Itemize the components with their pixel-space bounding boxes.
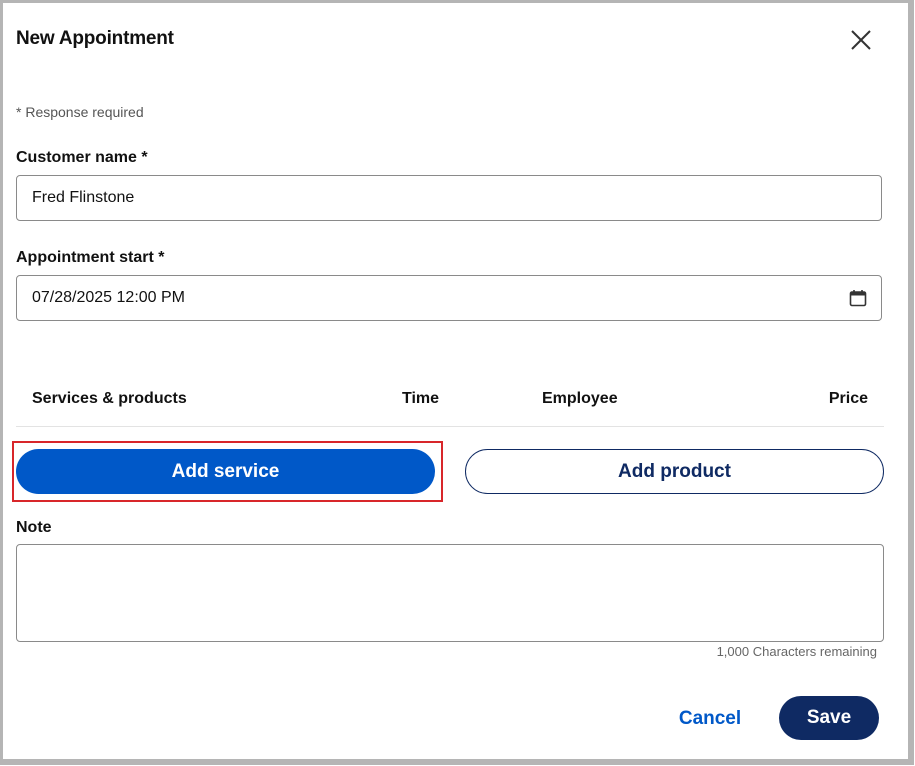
close-icon: [851, 30, 871, 50]
window-frame: New Appointment * Response required Cust…: [0, 0, 914, 765]
required-note: * Response required: [16, 104, 144, 120]
calendar-icon[interactable]: [849, 289, 867, 307]
note-label: Note: [16, 519, 52, 536]
add-product-button[interactable]: Add product: [465, 449, 884, 494]
cancel-button[interactable]: Cancel: [671, 699, 749, 739]
add-service-button[interactable]: Add service: [16, 449, 435, 494]
column-header-employee: Employee: [542, 390, 618, 407]
close-button[interactable]: [845, 24, 877, 56]
character-counter: 1,000 Characters remaining: [716, 644, 877, 659]
save-button[interactable]: Save: [779, 696, 879, 740]
customer-name-label: Customer name *: [16, 149, 148, 166]
dialog-title: New Appointment: [16, 28, 174, 49]
customer-name-value: Fred Flinstone: [32, 189, 135, 206]
appointment-start-label: Appointment start *: [16, 249, 165, 266]
services-table-header: Services & products Time Employee Price: [16, 375, 884, 427]
column-header-services: Services & products: [32, 390, 187, 407]
appointment-start-value: 07/28/2025 12:00 PM: [32, 289, 186, 306]
appointment-start-input[interactable]: 07/28/2025 12:00 PM: [16, 275, 882, 321]
column-header-time: Time: [402, 390, 440, 407]
column-header-price: Price: [828, 390, 868, 407]
note-textarea[interactable]: [16, 544, 884, 642]
new-appointment-dialog: New Appointment * Response required Cust…: [3, 3, 908, 759]
customer-name-input[interactable]: Fred Flinstone: [16, 175, 882, 221]
